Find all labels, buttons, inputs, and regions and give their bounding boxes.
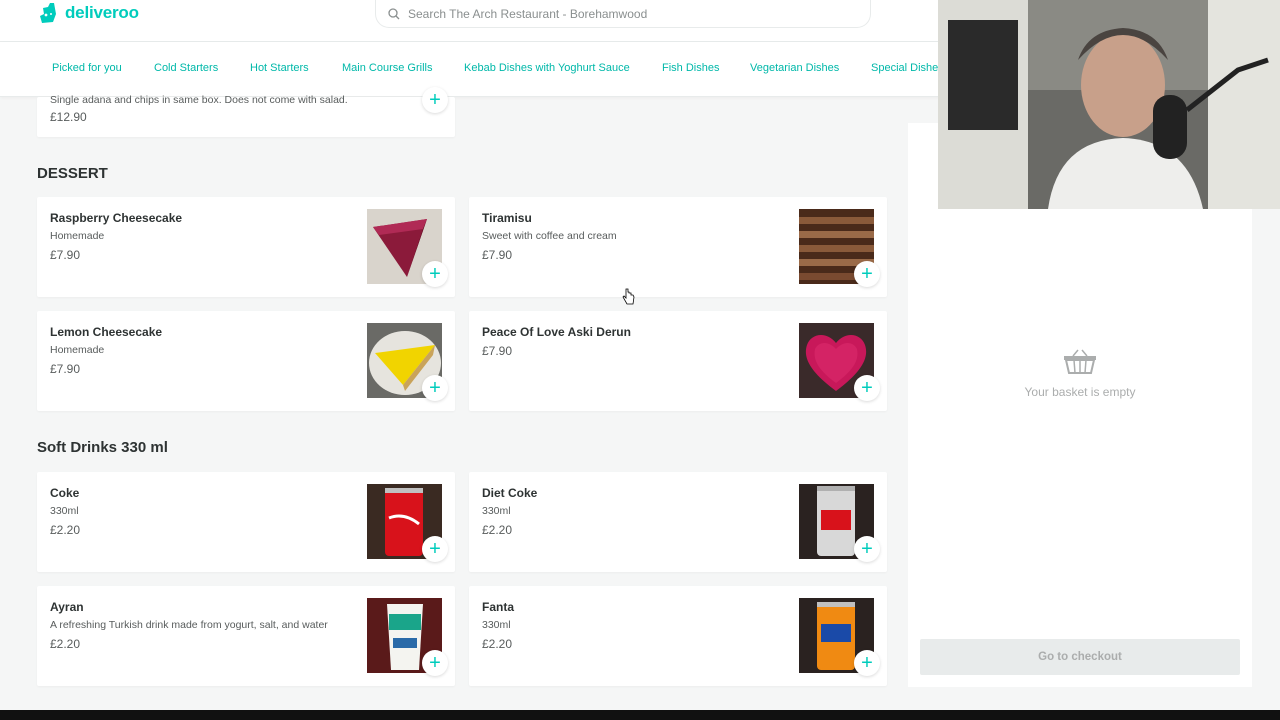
menu-item-card[interactable]: Coke 330ml £2.20 + (37, 472, 455, 572)
search-bar[interactable] (375, 0, 871, 28)
item-description: Homemade (50, 230, 105, 242)
plus-icon: + (429, 652, 441, 674)
plus-icon: + (861, 377, 873, 399)
plus-icon: + (861, 263, 873, 285)
kangaroo-icon (40, 3, 56, 23)
item-name: Lemon Cheesecake (50, 325, 163, 339)
add-item-button[interactable]: + (854, 650, 880, 676)
category-tab-cold-starters[interactable]: Cold Starters (154, 62, 218, 74)
item-description: A refreshing Turkish drink made from yog… (50, 619, 328, 631)
add-item-button[interactable]: + (422, 87, 448, 113)
item-price: £12.90 (50, 110, 87, 124)
add-item-button[interactable]: + (422, 536, 448, 562)
menu-item-card[interactable]: Fanta 330ml £2.20 + (469, 586, 887, 686)
item-description: 330ml (50, 505, 79, 517)
search-icon (388, 7, 400, 19)
category-tab-main-course-grills[interactable]: Main Course Grills (342, 62, 432, 74)
add-item-button[interactable]: + (422, 650, 448, 676)
item-price: £2.20 (50, 523, 81, 537)
item-price: £7.90 (482, 344, 513, 358)
item-name: Fanta (482, 600, 515, 614)
item-description: Sweet with coffee and cream (482, 230, 617, 242)
item-description: 330ml (482, 619, 511, 631)
bottom-strip (0, 710, 1280, 720)
search-input[interactable] (408, 6, 848, 21)
item-price: £7.90 (50, 248, 81, 262)
plus-icon: + (429, 538, 441, 560)
menu-item-card[interactable]: Tiramisu Sweet with coffee and cream £7.… (469, 197, 887, 297)
menu-item-card[interactable]: Raspberry Cheesecake Homemade £7.90 + (37, 197, 455, 297)
add-item-button[interactable]: + (422, 261, 448, 287)
category-tab-fish-dishes[interactable]: Fish Dishes (662, 62, 719, 74)
add-item-button[interactable]: + (854, 261, 880, 287)
item-price: £7.90 (50, 362, 81, 376)
plus-icon: + (861, 538, 873, 560)
plus-icon: + (861, 652, 873, 674)
hand-cursor-icon (622, 288, 635, 305)
basket-icon (1064, 349, 1096, 374)
add-item-button[interactable]: + (854, 375, 880, 401)
item-name: Coke (50, 486, 80, 500)
category-tab-vegetarian-dishes[interactable]: Vegetarian Dishes (750, 62, 839, 74)
brand-name: deliveroo (65, 3, 139, 22)
item-price: £2.20 (482, 523, 513, 537)
item-price: £7.90 (482, 248, 513, 262)
webcam-overlay (938, 0, 1280, 209)
item-description: Single adana and chips in same box. Does… (50, 94, 348, 106)
menu-item-card[interactable]: Lemon Cheesecake Homemade £7.90 + (37, 311, 455, 411)
section-title-soft-drinks: Soft Drinks 330 ml (37, 439, 168, 456)
add-item-button[interactable]: + (854, 536, 880, 562)
category-tab-special-dishes[interactable]: Special Dishes (871, 62, 940, 74)
item-price: £2.20 (482, 637, 513, 651)
category-tab-hot-starters[interactable]: Hot Starters (250, 62, 309, 74)
item-name: Peace Of Love Aski Derun (482, 325, 631, 339)
item-name: Raspberry Cheesecake (50, 211, 183, 225)
plus-icon: + (429, 89, 441, 111)
category-tab-kebab-dishes[interactable]: Kebab Dishes with Yoghurt Sauce (464, 62, 630, 74)
item-description: Homemade (50, 344, 105, 356)
plus-icon: + (429, 377, 441, 399)
item-name: Ayran (50, 600, 84, 614)
menu-item-card[interactable]: Diet Coke 330ml £2.20 + (469, 472, 887, 572)
deliveroo-logo[interactable]: deliveroo (37, 2, 139, 24)
category-tab-picked-for-you[interactable]: Picked for you (52, 62, 122, 74)
item-price: £2.20 (50, 637, 81, 651)
checkout-button[interactable]: Go to checkout (920, 639, 1240, 675)
menu-item-card[interactable]: Single adana and chips in same box. Does… (37, 87, 455, 137)
item-name: Diet Coke (482, 486, 538, 500)
menu-item-card[interactable]: Ayran A refreshing Turkish drink made fr… (37, 586, 455, 686)
item-description: 330ml (482, 505, 511, 517)
menu-item-card[interactable]: Peace Of Love Aski Derun £7.90 + (469, 311, 887, 411)
section-title-dessert: DESSERT (37, 165, 108, 182)
add-item-button[interactable]: + (422, 375, 448, 401)
plus-icon: + (429, 263, 441, 285)
category-nav: Picked for you Cold Starters Hot Starter… (0, 42, 940, 97)
basket-empty-message: Your basket is empty (1024, 385, 1136, 399)
item-name: Tiramisu (482, 211, 532, 225)
